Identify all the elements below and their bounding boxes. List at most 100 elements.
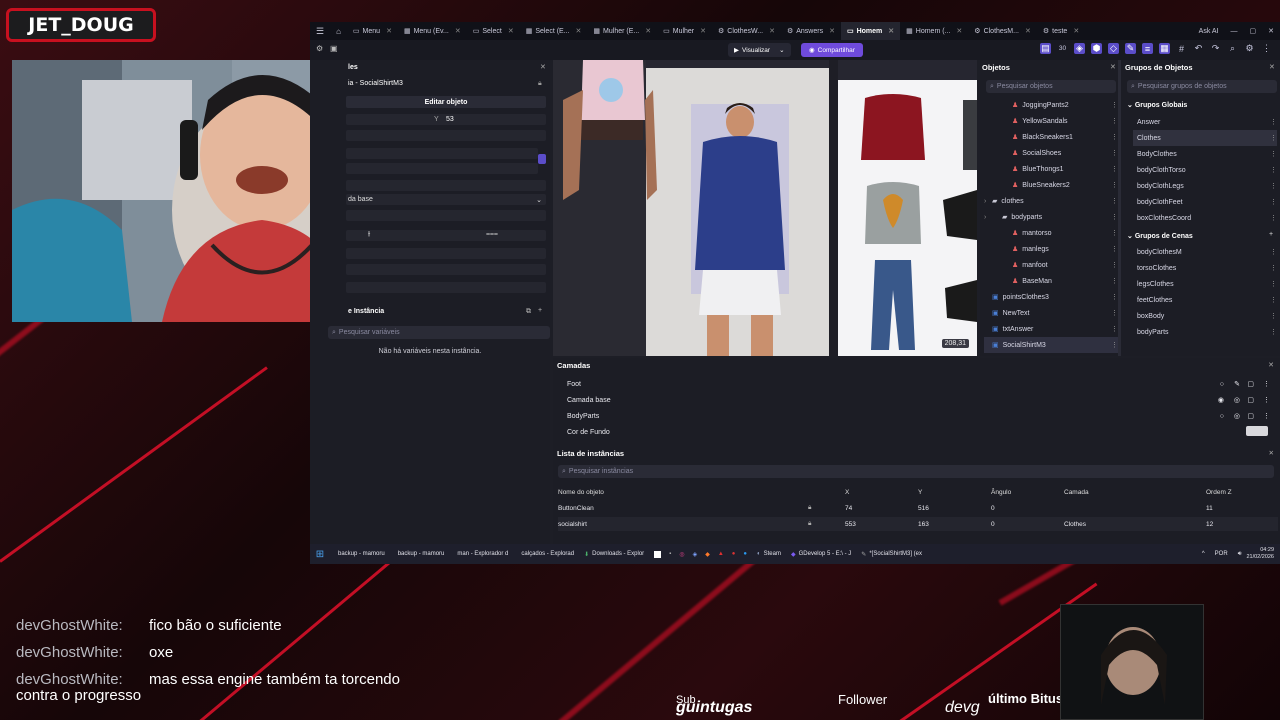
close-tab-icon[interactable]: ✕ bbox=[508, 27, 514, 35]
more-icon[interactable]: ⋮ bbox=[1270, 264, 1277, 272]
object-item-yellowsandals[interactable]: ♟ YellowSandals ⋮ bbox=[984, 113, 1118, 129]
property-field[interactable] bbox=[346, 130, 546, 141]
maximize-icon[interactable]: ▢ bbox=[1244, 22, 1263, 40]
radio-icon[interactable]: ○ bbox=[1220, 413, 1224, 420]
more-icon[interactable]: ⋮ bbox=[1111, 261, 1118, 269]
property-field[interactable] bbox=[346, 248, 546, 259]
object-item-pointsclothes3[interactable]: ▣ pointsClothes3 ⋮ bbox=[984, 289, 1118, 305]
scene-group-bodyclothesm[interactable]: bodyClothesM ⋮ bbox=[1133, 244, 1277, 260]
panel-divider[interactable] bbox=[1118, 60, 1121, 356]
scene-group-legsclothes[interactable]: legsClothes ⋮ bbox=[1133, 276, 1277, 292]
object-item-socialshoes[interactable]: ♟ SocialShoes ⋮ bbox=[984, 145, 1118, 161]
scene-group-boxbody[interactable]: boxBody ⋮ bbox=[1133, 308, 1277, 324]
undo-icon[interactable]: ↶ bbox=[1193, 43, 1204, 54]
global-group-bodyclothtorso[interactable]: bodyClothTorso ⋮ bbox=[1133, 162, 1277, 178]
layer-foot[interactable]: Foot ○ ✎ ▢ ⋮ bbox=[553, 376, 1280, 392]
preview-button[interactable]: ▶ Visualizar ⌄ bbox=[728, 43, 791, 57]
close-tab-icon[interactable]: ✕ bbox=[956, 27, 962, 35]
redo-icon[interactable]: ↷ bbox=[1210, 43, 1221, 54]
add-group-icon[interactable]: + bbox=[1269, 231, 1273, 238]
tab-menu[interactable]: ▭ Menu ✕ bbox=[347, 22, 398, 40]
radio-icon[interactable]: ◉ bbox=[1218, 396, 1224, 404]
add-icon[interactable]: + bbox=[538, 307, 542, 314]
more-icon[interactable]: ⋮ bbox=[1270, 248, 1277, 256]
scene-canvas[interactable]: 208,31 bbox=[553, 60, 977, 356]
lock-icon[interactable]: ▢ bbox=[1247, 412, 1254, 420]
column-header[interactable]: Ângulo bbox=[991, 489, 1011, 496]
tab-menu-ev[interactable]: ▦ Menu (Ev... ✕ bbox=[398, 22, 467, 40]
taskbar-app-backup-mamoru[interactable]: backup - mamoru bbox=[390, 551, 450, 558]
object-item-manfoot[interactable]: ♟ manfoot ⋮ bbox=[984, 257, 1118, 273]
global-group-bodyclothes[interactable]: BodyClothes ⋮ bbox=[1133, 146, 1277, 162]
edit-icon[interactable]: ⧉ bbox=[526, 308, 531, 316]
layer-camada-base[interactable]: Camada base ◉ ◎ ▢ ⋮ bbox=[553, 392, 1280, 408]
column-header[interactable]: Y bbox=[918, 489, 922, 496]
close-tab-icon[interactable]: ✕ bbox=[829, 27, 835, 35]
global-group-boxclothescoord[interactable]: boxClothesCoord ⋮ bbox=[1133, 210, 1277, 226]
minimize-icon[interactable]: — bbox=[1225, 22, 1244, 40]
lock-icon[interactable]: ▢ bbox=[1247, 380, 1254, 388]
more-icon[interactable]: ⋮ bbox=[1111, 197, 1118, 205]
more-icon[interactable]: ⋮ bbox=[1270, 328, 1277, 336]
more-icon[interactable]: ⋮ bbox=[1111, 133, 1118, 141]
more-icon[interactable]: ⋮ bbox=[1270, 118, 1277, 126]
groups-search[interactable]: ⌕ Pesquisar grupos de objetos bbox=[1127, 80, 1277, 93]
global-group-bodyclothfeet[interactable]: bodyClothFeet ⋮ bbox=[1133, 194, 1277, 210]
visibility-icon[interactable]: ◎ bbox=[1234, 412, 1240, 420]
zoom-icon[interactable]: ⌕ bbox=[1227, 43, 1238, 54]
layer-cor-de-fundo[interactable]: Cor de Fundo bbox=[553, 424, 1280, 440]
taskbar-app-backup-mamoru[interactable]: backup - mamoru bbox=[330, 551, 390, 558]
more-icon[interactable]: ⋮ bbox=[1270, 150, 1277, 158]
object-item-clothes[interactable]: › ▰ clothes ⋮ bbox=[984, 193, 1118, 209]
instances-panel-icon[interactable]: ▦ bbox=[1159, 43, 1170, 54]
instances-search[interactable]: ⌕ Pesquisar instâncias bbox=[558, 465, 1274, 478]
taskbar-app-downloads-explor[interactable]: ⬇ Downloads - Explor bbox=[579, 551, 649, 558]
background-color-swatch[interactable] bbox=[1246, 426, 1268, 436]
lock-icon[interactable]: 🔒︎ bbox=[808, 504, 811, 512]
more-icon[interactable]: ⋮ bbox=[1270, 182, 1277, 190]
taskbar-app-gdevelop-5-e-j[interactable]: ◆ GDevelop 5 - E:\ - J bbox=[786, 551, 856, 558]
property-field[interactable] bbox=[346, 210, 546, 221]
lock-icon[interactable]: 🔒︎ bbox=[808, 520, 811, 528]
layer-select[interactable]: da base ⌄ bbox=[346, 194, 546, 205]
close-tab-icon[interactable]: ✕ bbox=[645, 27, 651, 35]
table-row[interactable]: socialshirt 553 163 0 Clothes 12 🔒︎ bbox=[558, 517, 1278, 531]
close-icon[interactable]: ✕ bbox=[1269, 449, 1274, 457]
object-item-txtanswer[interactable]: ▣ txtAnswer ⋮ bbox=[984, 321, 1118, 337]
volume-icon[interactable]: 🔊︎ bbox=[1233, 551, 1247, 558]
tab-select[interactable]: ▭ Select ✕ bbox=[467, 22, 520, 40]
table-row[interactable]: ButtonClean 74 516 0 11 🔒︎ bbox=[558, 501, 1278, 515]
tab-answers[interactable]: ⚙ Answers ✕ bbox=[781, 22, 841, 40]
taskbar-app-steam[interactable]: ◐ Steam bbox=[752, 551, 786, 558]
object-item-bluethongs1[interactable]: ♟ BlueThongs1 ⋮ bbox=[984, 161, 1118, 177]
more-icon[interactable]: ⋮ bbox=[1270, 198, 1277, 206]
close-icon[interactable]: ✕ bbox=[1269, 63, 1275, 71]
more-icon[interactable]: ⋮ bbox=[1111, 149, 1118, 157]
share-button[interactable]: ◉ Compartilhar bbox=[801, 43, 863, 57]
settings-icon[interactable]: ⚙ bbox=[1244, 43, 1255, 54]
tray-chevron-icon[interactable]: ^ bbox=[1197, 551, 1210, 557]
object-item-blacksneakers1[interactable]: ♟ BlackSneakers1 ⋮ bbox=[984, 129, 1118, 145]
object-item-bluesneakers2[interactable]: ♟ BlueSneakers2 ⋮ bbox=[984, 177, 1118, 193]
tab-homem[interactable]: ▭ Homem ✕ bbox=[840, 22, 901, 40]
edit-icon[interactable]: ✎ bbox=[1125, 43, 1136, 54]
tab-teste[interactable]: ⚙ teste ✕ bbox=[1037, 22, 1085, 40]
more-icon[interactable]: ⋮ bbox=[1111, 341, 1118, 349]
tab-clothesw[interactable]: ⚙ ClothesW... ✕ bbox=[712, 22, 781, 40]
close-icon[interactable]: ✕ bbox=[540, 63, 546, 71]
close-tab-icon[interactable]: ✕ bbox=[455, 27, 461, 35]
property-field[interactable] bbox=[346, 264, 546, 275]
more-icon[interactable]: ⋮ bbox=[1111, 213, 1118, 221]
variables-search[interactable]: ⌕ Pesquisar variáveis bbox=[328, 326, 550, 339]
object-list-icon[interactable]: ▤ bbox=[1040, 43, 1051, 54]
clock[interactable]: 04:29 21/02/2026 bbox=[1246, 547, 1280, 561]
column-header[interactable]: Ordem Z bbox=[1206, 489, 1232, 496]
properties-panel-icon[interactable]: ◇ bbox=[1108, 43, 1119, 54]
more-icon[interactable]: ⋮ bbox=[1111, 181, 1118, 189]
close-tab-icon[interactable]: ✕ bbox=[1025, 27, 1031, 35]
tab-clothesm[interactable]: ⚙ ClothesM... ✕ bbox=[968, 22, 1037, 40]
object-item-bodyparts[interactable]: › ▰ bodyparts ⋮ bbox=[984, 209, 1118, 225]
pinned-apps[interactable]: ▪ ◎ ◈ ◆ ▲ ● ● bbox=[649, 550, 752, 558]
close-window-icon[interactable]: ✕ bbox=[1262, 22, 1280, 40]
menu-icon[interactable]: ☰ bbox=[310, 22, 330, 40]
